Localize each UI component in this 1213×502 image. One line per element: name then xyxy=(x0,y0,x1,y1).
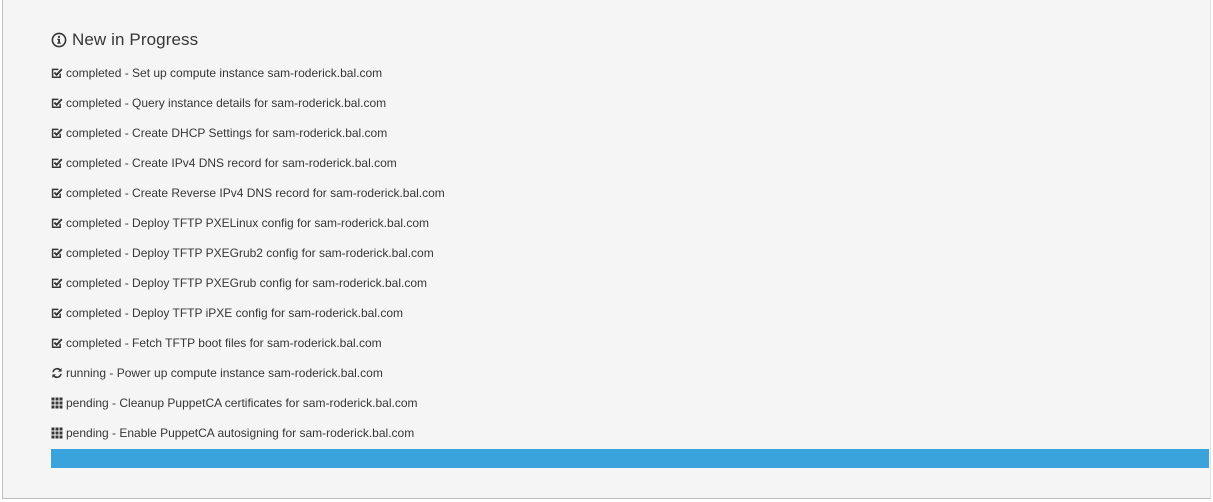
task-label: pending - Cleanup PuppetCA certificates … xyxy=(66,396,418,410)
task-label: completed - Deploy TFTP PXELinux config … xyxy=(66,216,430,230)
task-label: completed - Set up compute instance sam-… xyxy=(66,66,383,80)
progress-panel: New in Progress completed - Set up compu… xyxy=(2,0,1211,499)
task-label: running - Power up compute instance sam-… xyxy=(66,366,383,380)
task-item-pending: pending - Cleanup PuppetCA certificates … xyxy=(51,388,445,418)
task-item-completed: completed - Set up compute instance sam-… xyxy=(51,58,445,88)
check-square-icon xyxy=(51,247,63,259)
task-list: completed - Set up compute instance sam-… xyxy=(51,58,445,448)
check-square-icon xyxy=(51,307,63,319)
task-item-completed: completed - Query instance details for s… xyxy=(51,88,445,118)
task-label: pending - Enable PuppetCA autosigning fo… xyxy=(66,426,415,440)
task-label: completed - Deploy TFTP PXEGrub2 config … xyxy=(66,246,434,260)
check-square-icon xyxy=(51,97,63,109)
task-label: completed - Deploy TFTP iPXE config for … xyxy=(66,306,404,320)
progress-bar-track xyxy=(51,449,1209,468)
task-item-completed: completed - Deploy TFTP PXELinux config … xyxy=(51,208,445,238)
grid-icon xyxy=(51,427,63,439)
task-item-completed: completed - Deploy TFTP PXEGrub config f… xyxy=(51,268,445,298)
task-item-completed: completed - Deploy TFTP PXEGrub2 config … xyxy=(51,238,445,268)
check-square-icon xyxy=(51,337,63,349)
info-circle-icon xyxy=(51,32,67,48)
task-item-completed: completed - Create Reverse IPv4 DNS reco… xyxy=(51,178,445,208)
task-label: completed - Create Reverse IPv4 DNS reco… xyxy=(66,186,445,200)
panel-header: New in Progress xyxy=(51,29,198,51)
task-item-completed: completed - Deploy TFTP iPXE config for … xyxy=(51,298,445,328)
progress-bar-fill xyxy=(51,449,1209,468)
page-title: New in Progress xyxy=(72,30,199,49)
check-square-icon xyxy=(51,277,63,289)
task-label: completed - Deploy TFTP PXEGrub config f… xyxy=(66,276,428,290)
task-label: completed - Create IPv4 DNS record for s… xyxy=(66,156,397,170)
task-label: completed - Fetch TFTP boot files for sa… xyxy=(66,336,382,350)
task-item-completed: completed - Create IPv4 DNS record for s… xyxy=(51,148,445,178)
task-item-pending: pending - Enable PuppetCA autosigning fo… xyxy=(51,418,445,448)
task-label: completed - Query instance details for s… xyxy=(66,96,387,110)
grid-icon xyxy=(51,397,63,409)
task-item-completed: completed - Fetch TFTP boot files for sa… xyxy=(51,328,445,358)
task-label: completed - Create DHCP Settings for sam… xyxy=(66,126,388,140)
refresh-icon xyxy=(51,367,63,379)
task-item-completed: completed - Create DHCP Settings for sam… xyxy=(51,118,445,148)
check-square-icon xyxy=(51,157,63,169)
check-square-icon xyxy=(51,217,63,229)
check-square-icon xyxy=(51,187,63,199)
task-item-running: running - Power up compute instance sam-… xyxy=(51,358,445,388)
check-square-icon xyxy=(51,127,63,139)
check-square-icon xyxy=(51,67,63,79)
